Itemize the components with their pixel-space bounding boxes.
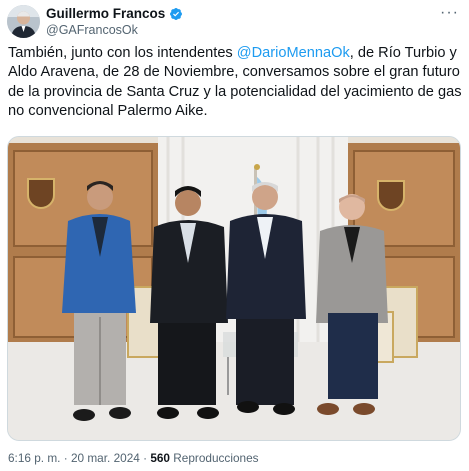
photo-scene bbox=[8, 137, 460, 440]
author-handle[interactable]: @GAFrancosOk bbox=[46, 23, 138, 37]
verified-badge-icon bbox=[170, 7, 183, 20]
avatar[interactable] bbox=[7, 5, 40, 38]
views-label: Reproducciones bbox=[173, 451, 259, 465]
author-name[interactable]: Guillermo Francos bbox=[46, 6, 165, 21]
tweet: Guillermo Francos @GAFrancosOk ··· Tambi… bbox=[0, 0, 469, 471]
tweet-text-before: También, junto con los intendentes bbox=[8, 45, 237, 61]
tweet-date[interactable]: 20 mar. 2024 bbox=[71, 451, 140, 465]
tweet-time[interactable]: 6:16 p. m. bbox=[8, 451, 60, 465]
views-count: 560 bbox=[150, 451, 170, 465]
tweet-meta: 6:16 p. m. · 20 mar. 2024 · 560 Reproduc… bbox=[8, 451, 259, 465]
more-icon[interactable]: ··· bbox=[440, 5, 459, 21]
meta-separator: · bbox=[60, 451, 71, 465]
mention-link[interactable]: @DarioMennaOk bbox=[237, 45, 350, 61]
tweet-photo[interactable] bbox=[7, 136, 461, 441]
author-row: Guillermo Francos bbox=[46, 6, 183, 21]
meta-separator-2: · bbox=[139, 451, 151, 465]
tweet-text: También, junto con los intendentes @Dari… bbox=[8, 44, 463, 121]
